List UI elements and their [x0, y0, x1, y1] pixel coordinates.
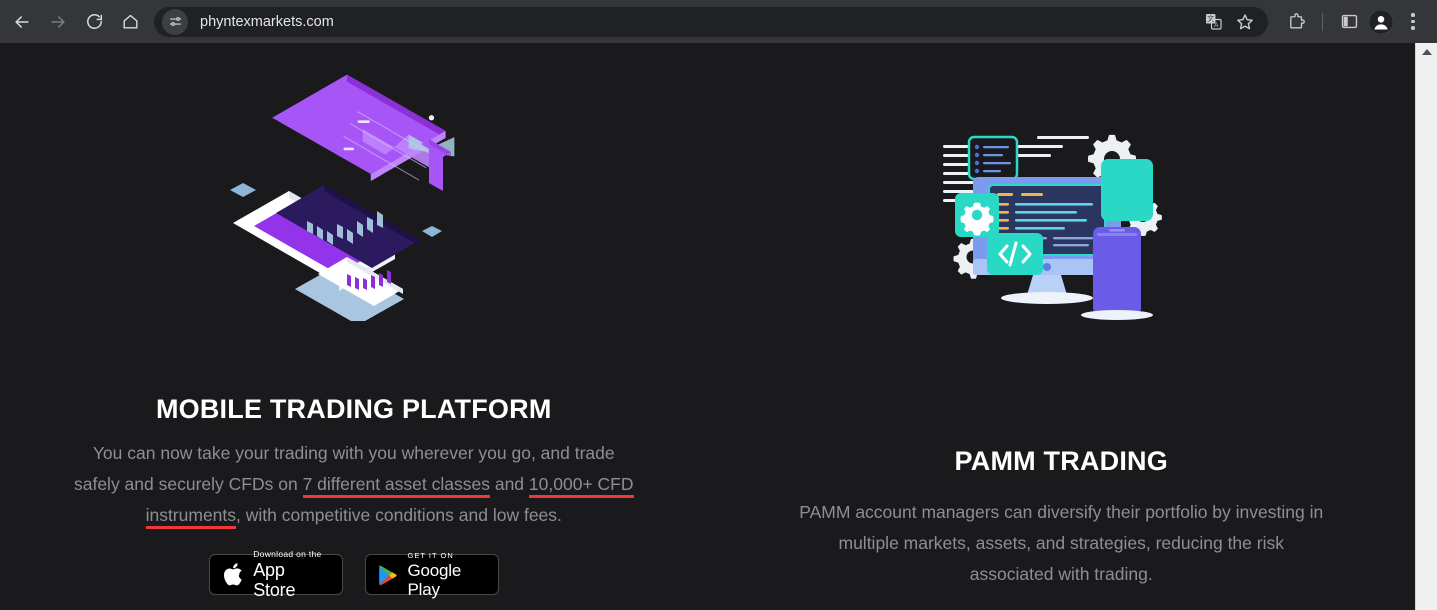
extensions-button[interactable]: [1278, 4, 1314, 40]
side-panel-icon: [1341, 14, 1357, 29]
mobile-section-heading: MOBILE TRADING PLATFORM: [155, 394, 552, 424]
home-icon: [122, 14, 138, 29]
side-panel-button[interactable]: [1331, 4, 1367, 40]
site-settings-button[interactable]: [162, 8, 188, 35]
back-button[interactable]: [4, 4, 40, 40]
apple-logo-icon: [223, 563, 242, 586]
toolbar-right-actions: [1278, 4, 1437, 40]
tune-sliders-icon: [169, 17, 181, 26]
reload-button[interactable]: [76, 4, 112, 40]
body-text-part3: , with competitive conditions and low fe…: [236, 505, 562, 525]
store-badges: Download on the App Store GET IT ON Goog…: [208, 549, 499, 600]
back-arrow-icon: [15, 15, 29, 28]
app-store-text: Download on the App Store: [253, 549, 330, 600]
pamm-section-heading: PAMM TRADING: [954, 446, 1168, 476]
browser-toolbar: phyntexmarkets.com 文 A: [0, 0, 1437, 43]
account-avatar-icon: [1369, 9, 1393, 34]
translate-icon: 文 A: [1205, 13, 1222, 30]
forward-button[interactable]: [40, 4, 76, 40]
page-scrollbar[interactable]: [1415, 43, 1437, 610]
browser-menu-button[interactable]: [1395, 4, 1431, 40]
navigation-buttons: [0, 4, 148, 40]
translate-button[interactable]: 文 A: [1198, 7, 1228, 37]
app-store-small-text: Download on the: [253, 549, 322, 559]
isometric-mobile-trading-illustration: [229, 61, 479, 321]
app-store-big-text: App Store: [253, 560, 296, 600]
profile-button[interactable]: [1369, 9, 1393, 34]
star-icon: [1237, 13, 1253, 29]
svg-text:A: A: [1214, 22, 1219, 29]
body-text-part2: and: [489, 474, 529, 494]
mobile-section-body: You can now take your trading with you w…: [74, 438, 634, 531]
address-bar[interactable]: phyntexmarkets.com 文 A: [154, 6, 1268, 37]
reload-icon: [86, 14, 102, 29]
google-play-small-text: GET IT ON: [407, 550, 454, 560]
three-dot-menu-icon: [1411, 13, 1415, 30]
google-play-text: GET IT ON Google Play: [408, 551, 486, 599]
forward-arrow-icon: [51, 15, 65, 28]
pamm-development-workstation-illustration: [941, 123, 1181, 323]
pamm-trading-section: PAMM TRADING PAMM account managers can d…: [708, 43, 1416, 610]
home-button[interactable]: [112, 4, 148, 40]
svg-text:文: 文: [1207, 14, 1214, 23]
asset-classes-link[interactable]: 7 different asset classes: [302, 474, 490, 498]
bookmark-button[interactable]: [1230, 7, 1260, 37]
scroll-up-arrow-icon[interactable]: [1421, 49, 1432, 55]
url-text: phyntexmarkets.com: [200, 13, 334, 30]
pamm-section-body: PAMM account managers can diversify thei…: [799, 502, 1324, 584]
mobile-trading-section: MOBILE TRADING PLATFORM You can now take…: [0, 43, 708, 610]
google-play-big-text: Google Play: [407, 560, 462, 599]
page-viewport: MOBILE TRADING PLATFORM You can now take…: [0, 43, 1415, 610]
omnibox-actions: 文 A: [1198, 7, 1260, 37]
app-store-badge[interactable]: Download on the App Store: [208, 549, 343, 600]
toolbar-divider: [1322, 12, 1323, 31]
google-play-badge[interactable]: GET IT ON Google Play: [364, 551, 499, 599]
google-play-triangle-icon: [378, 564, 397, 585]
puzzle-piece-icon: [1289, 13, 1305, 29]
two-column-layout: MOBILE TRADING PLATFORM You can now take…: [0, 43, 1415, 610]
